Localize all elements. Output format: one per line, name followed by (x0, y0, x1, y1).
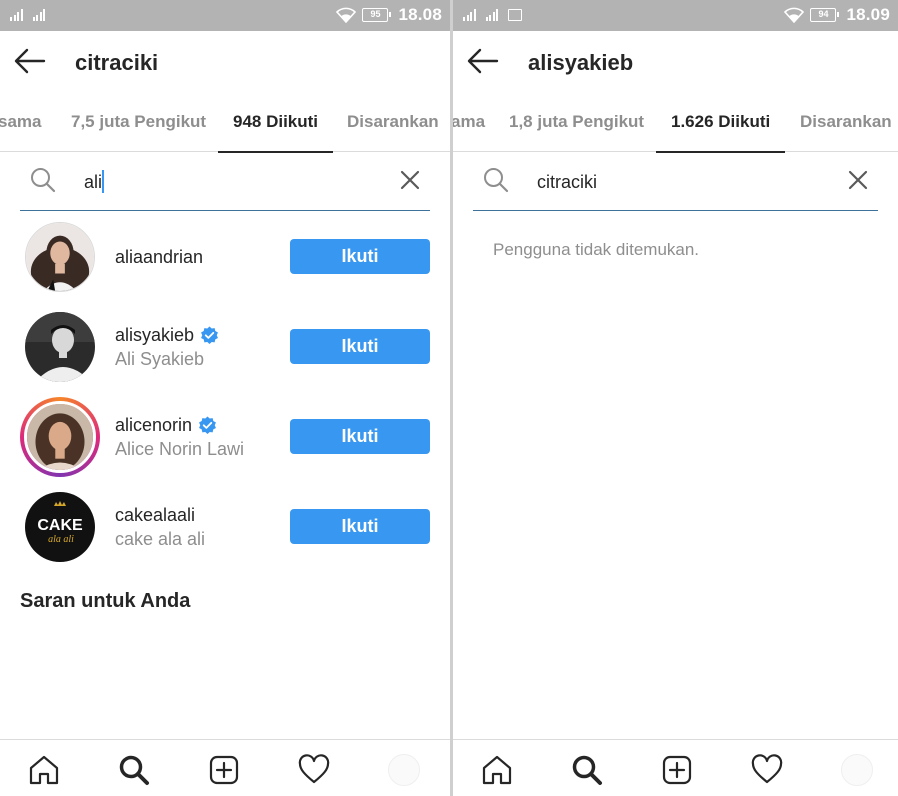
text-cursor (102, 170, 104, 193)
follow-button[interactable]: Ikuti (290, 239, 430, 274)
search-icon[interactable] (118, 754, 150, 786)
signal-icon (485, 9, 498, 21)
home-icon[interactable] (481, 754, 513, 786)
status-time: 18.09 (846, 5, 890, 24)
profile-avatar[interactable] (841, 754, 873, 786)
verified-badge-icon (199, 416, 217, 434)
full-name: cake ala ali (115, 529, 206, 549)
back-arrow-icon[interactable] (14, 47, 46, 75)
section-title: Saran untuk Anda (20, 590, 191, 612)
image-notification-icon (508, 9, 522, 21)
battery-icon: 95 (362, 8, 392, 22)
search-icon (31, 168, 56, 193)
tab-following[interactable]: 948 Diikuti (217, 93, 334, 153)
username-text: aliaandrian (115, 247, 204, 267)
add-post-icon[interactable] (661, 754, 693, 786)
logo-text: CAKE (37, 517, 83, 534)
username[interactable]: cakealaali (115, 505, 195, 526)
empty-state-message: Pengguna tidak ditemukan. (493, 240, 700, 259)
battery-icon: 94 (810, 8, 840, 22)
cake-ala-ali-logo: CAKEala ali (25, 492, 95, 562)
avatar[interactable] (25, 222, 95, 292)
tab-bar: ama 1,8 juta Pengikut 1.626 Diikuti Disa… (453, 93, 898, 153)
header: citraciki (0, 31, 450, 93)
left-screen: 95 18.08 citraciki sama 7,5 juta Pengiku… (0, 0, 450, 796)
tab-suggested[interactable]: Disarankan (347, 93, 439, 152)
avatar[interactable]: CAKE ala ali (25, 492, 95, 562)
heart-icon[interactable] (751, 754, 783, 786)
heart-icon[interactable] (298, 754, 330, 786)
page-title: alisyakieb (528, 50, 634, 75)
avatar[interactable] (20, 397, 100, 477)
follow-button[interactable]: Ikuti (290, 509, 430, 544)
username[interactable]: aliaandrian (115, 247, 203, 268)
add-post-icon[interactable] (208, 754, 240, 786)
username-text: alicenorin (115, 415, 193, 435)
wifi-icon (784, 7, 805, 23)
verified-badge-icon (201, 326, 219, 344)
tab-bar: sama 7,5 juta Pengikut 948 Diikuti Disar… (0, 93, 450, 153)
close-icon[interactable] (400, 170, 420, 190)
search-bar (473, 152, 878, 211)
header: alisyakieb (453, 31, 898, 93)
follow-button[interactable]: Ikuti (290, 329, 430, 364)
tab-mutual[interactable]: sama (0, 93, 41, 152)
list-item: alisyakieb Ali Syakieb Ikuti (0, 302, 450, 392)
list-item: aliaandrian Ikuti (0, 212, 450, 302)
status-time: 18.08 (398, 5, 442, 24)
search-input[interactable] (84, 168, 344, 196)
right-screen: 94 18.09 alisyakieb ama 1,8 juta Pengiku… (453, 0, 898, 796)
avatar[interactable] (25, 312, 95, 382)
back-arrow-icon[interactable] (467, 47, 499, 75)
bottom-nav (0, 739, 450, 796)
status-bar: 94 18.09 (453, 0, 898, 31)
tab-followers[interactable]: 7,5 juta Pengikut (71, 93, 206, 152)
tab-mutual[interactable]: ama (453, 93, 485, 152)
username-text: alisyakieb (115, 325, 195, 345)
full-name: Ali Syakieb (115, 349, 205, 369)
tab-followers[interactable]: 1,8 juta Pengikut (509, 93, 644, 152)
signal-icon (463, 9, 476, 21)
list-item: alicenorin Alice Norin Lawi Ikuti (0, 392, 450, 482)
username[interactable]: alisyakieb (115, 325, 219, 346)
wifi-icon (336, 7, 357, 23)
status-bar: 95 18.08 (0, 0, 450, 31)
bottom-nav (453, 739, 898, 796)
home-icon[interactable] (28, 754, 60, 786)
search-icon (484, 168, 509, 193)
close-icon[interactable] (848, 170, 868, 190)
username-text: cakealaali (115, 505, 196, 525)
full-name: Alice Norin Lawi (115, 439, 245, 459)
signal-icon (32, 9, 45, 21)
username[interactable]: alicenorin (115, 415, 217, 436)
tab-following[interactable]: 1.626 Diikuti (655, 93, 786, 153)
search-bar (20, 152, 430, 211)
tab-suggested[interactable]: Disarankan (800, 93, 892, 152)
list-item: CAKE ala ali cakealaali cake ala ali Ikut… (0, 482, 450, 572)
profile-avatar[interactable] (388, 754, 420, 786)
follow-button[interactable]: Ikuti (290, 419, 430, 454)
page-title: citraciki (75, 50, 159, 75)
logo-subtext: ala ali (48, 534, 74, 545)
signal-icon (10, 9, 23, 21)
search-input[interactable] (537, 168, 797, 196)
search-icon[interactable] (571, 754, 603, 786)
